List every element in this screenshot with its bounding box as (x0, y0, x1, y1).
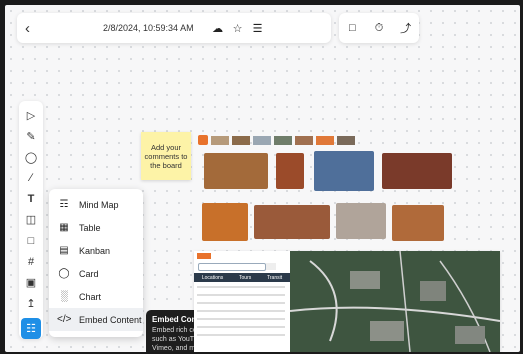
frame-icon[interactable]: # (21, 251, 41, 272)
menu-item-chart[interactable]: ░ Chart (49, 285, 143, 308)
menu-item-kanban[interactable]: ▤ Kanban (49, 239, 143, 262)
image-search-embed[interactable] (198, 133, 455, 243)
timestamp: 2/8/2024, 10:59:34 AM (103, 23, 194, 33)
top-bar-actions: □ ⏱ ⤴ (339, 13, 419, 43)
more-apps-icon[interactable]: ☷ (21, 318, 41, 339)
thumb-strip-2 (232, 135, 250, 145)
upload-icon[interactable]: ↥ (21, 293, 41, 314)
logo-icon (198, 135, 208, 145)
text-icon[interactable]: T (21, 189, 41, 210)
map-list-row[interactable] (197, 326, 285, 328)
timer-icon[interactable]: ⏱ (373, 22, 385, 35)
pointer-icon[interactable]: ⤴ (400, 20, 412, 36)
campus-photo-2[interactable] (276, 153, 304, 189)
menu-icon[interactable]: ☰ (252, 22, 264, 35)
mind-map-icon: ☶ (59, 199, 69, 210)
top-bar-main: ‹ 2/8/2024, 10:59:34 AM ☁ ☆ ☰ (17, 13, 331, 43)
star-icon[interactable]: ☆ (232, 22, 244, 35)
thumb-strip-1 (211, 135, 229, 145)
card-icon: ◯ (58, 268, 70, 279)
thumb-strip-5 (295, 135, 313, 145)
menu-item-label: Mind Map (79, 199, 119, 210)
campus-photo-4[interactable] (382, 153, 452, 189)
shapes-icon[interactable]: ◯ (21, 147, 41, 168)
campus-photo-7[interactable] (336, 203, 386, 239)
menu-item-mind-map[interactable]: ☶ Mind Map (49, 193, 143, 216)
map-list-row[interactable] (197, 310, 285, 312)
map-list-row[interactable] (197, 302, 285, 304)
comment-icon[interactable]: □ (21, 230, 41, 251)
pen-icon[interactable]: ✎ (21, 126, 41, 147)
map-search-input[interactable] (198, 263, 266, 271)
whiteboard-canvas[interactable]: ‹ 2/8/2024, 10:59:34 AM ☁ ☆ ☰ □ ⏱ ⤴ ▷ ✎ … (3, 3, 522, 354)
map-list-row[interactable] (197, 318, 285, 320)
campus-photo-1[interactable] (204, 153, 268, 189)
cloud-icon[interactable]: ☁ (212, 22, 224, 35)
table-icon: ▦ (59, 222, 69, 233)
line-icon[interactable]: ∕ (21, 168, 41, 189)
campus-photo-8[interactable] (392, 205, 444, 241)
map-tabs: Locations Tours Transit (194, 273, 290, 282)
menu-item-card[interactable]: ◯ Card (49, 262, 143, 285)
menu-item-label: Chart (79, 291, 102, 302)
image-strip (198, 133, 455, 147)
thumb-strip-6 (316, 135, 334, 145)
select-icon[interactable]: ▷ (21, 105, 41, 126)
menu-item-embed-content[interactable]: </> Embed Content (49, 308, 143, 331)
menu-item-label: Table (79, 222, 101, 233)
sticky-note[interactable]: Add your comments to the board (141, 132, 191, 180)
sticky-note-icon[interactable]: ◫ (21, 210, 41, 231)
satellite-map[interactable] (289, 251, 500, 352)
campus-photo-5[interactable] (202, 203, 248, 241)
kanban-icon: ▤ (59, 245, 69, 256)
present-icon[interactable]: □ (346, 22, 358, 34)
map-sidebar: Locations Tours Transit (194, 251, 290, 352)
thumb-strip-3 (253, 135, 271, 145)
tab-transit[interactable]: Transit (267, 275, 282, 281)
map-list-row[interactable] (197, 294, 285, 296)
map-search-button[interactable] (266, 263, 276, 270)
template-icon[interactable]: ▣ (21, 272, 41, 293)
tab-locations[interactable]: Locations (202, 275, 223, 281)
map-list-row[interactable] (197, 334, 285, 336)
apps-menu: ☶ Mind Map ▦ Table ▤ Kanban ◯ Card ░ Cha… (49, 189, 143, 337)
campus-photo-6[interactable] (254, 205, 330, 239)
thumb-strip-4 (274, 135, 292, 145)
campus-map-embed[interactable]: Locations Tours Transit (194, 251, 500, 352)
menu-item-label: Card (79, 268, 99, 279)
menu-item-label: Embed Content (79, 314, 142, 325)
back-button[interactable]: ‹ (25, 20, 45, 37)
map-logo (197, 253, 211, 259)
map-roads (289, 251, 500, 352)
menu-item-table[interactable]: ▦ Table (49, 216, 143, 239)
campus-photo-3[interactable] (314, 151, 374, 191)
tab-tours[interactable]: Tours (239, 275, 251, 281)
chart-icon: ░ (60, 291, 68, 302)
code-icon: </> (57, 314, 72, 325)
menu-item-label: Kanban (79, 245, 111, 256)
map-list-row[interactable] (197, 286, 285, 288)
left-toolbar: ▷ ✎ ◯ ∕ T ◫ □ # ▣ ↥ ☷ (19, 101, 43, 339)
sticky-text: Add your comments to the board (144, 142, 188, 170)
thumb-strip-7 (337, 135, 355, 145)
top-bar: ‹ 2/8/2024, 10:59:34 AM ☁ ☆ ☰ □ ⏱ ⤴ (17, 13, 419, 43)
